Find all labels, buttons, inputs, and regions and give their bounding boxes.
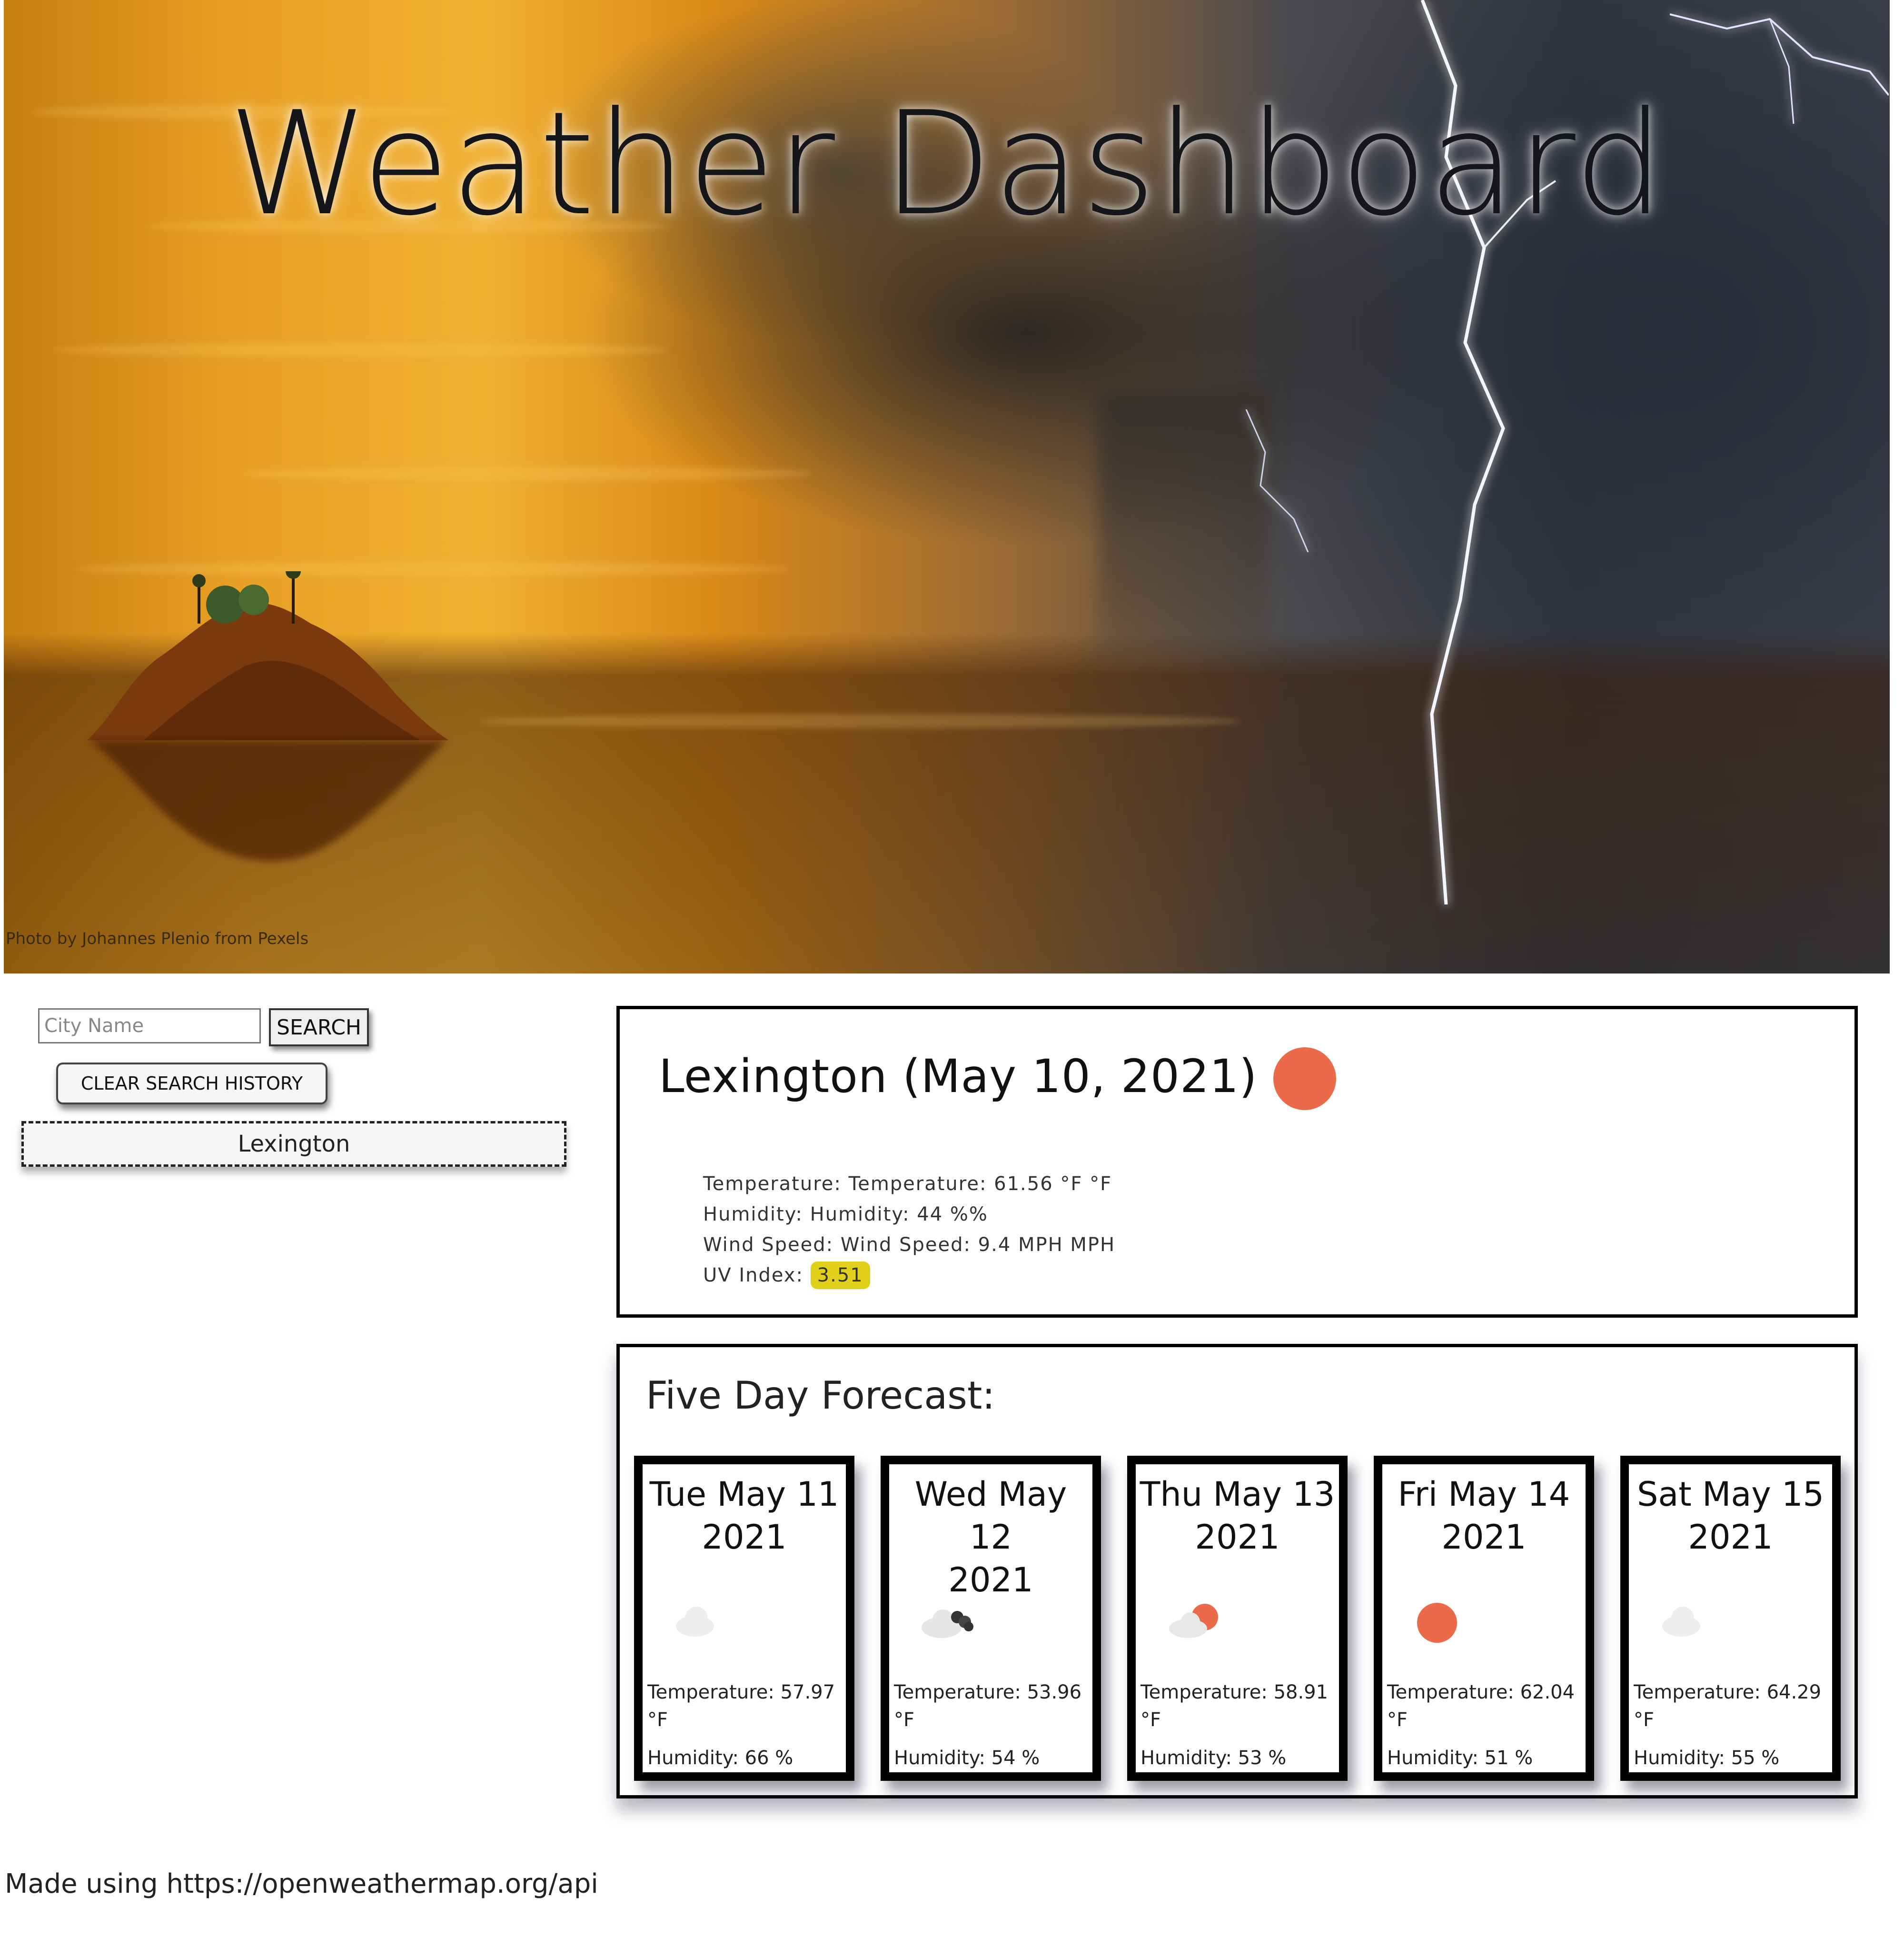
forecast-humidity: Humidity: 53 % xyxy=(1140,1747,1287,1769)
forecast-temperature: Temperature: 58.91 °F xyxy=(1140,1681,1329,1731)
island-reflection xyxy=(89,740,446,861)
lightning-small xyxy=(1245,409,1309,552)
forecast-stats: Temperature: 58.91 °F Humidity: 53 % xyxy=(1140,1679,1336,1772)
forecast-day-card: Wed May 12 2021 Temperature: 53.96 °F Hu… xyxy=(881,1456,1101,1781)
forecast-stats: Temperature: 62.04 °F Humidity: 51 % xyxy=(1387,1679,1583,1772)
current-humidity: Humidity: Humidity: 44 %% xyxy=(703,1203,988,1225)
current-wind-speed: Wind Speed: Wind Speed: 9.4 MPH MPH xyxy=(703,1234,1116,1256)
forecast-date-year: 2021 xyxy=(702,1518,787,1557)
forecast-date-year: 2021 xyxy=(1195,1518,1280,1557)
forecast-date-day: Tue May 11 xyxy=(649,1475,839,1514)
city-search-input[interactable] xyxy=(38,1008,261,1043)
cloud-rain-icon xyxy=(922,1609,973,1638)
sun-icon xyxy=(1273,1047,1336,1110)
page-title: Weather Dashboard xyxy=(228,81,1666,247)
current-stats: Temperature: Temperature: 61.56 °F °F Hu… xyxy=(703,1169,1115,1291)
forecast-humidity: Humidity: 51 % xyxy=(1387,1747,1533,1769)
island-image xyxy=(87,571,449,740)
forecast-stats: Temperature: 53.96 °F Humidity: 54 % xyxy=(894,1679,1090,1772)
current-weather-card: Lexington (May 10, 2021) Temperature: Te… xyxy=(616,1006,1858,1318)
five-day-forecast: Five Day Forecast: Tue May 11 2021 Tempe… xyxy=(616,1344,1858,1798)
forecast-day-card: Tue May 11 2021 Temperature: 57.97 °F Hu… xyxy=(634,1456,854,1781)
sun-cloud-icon xyxy=(1169,1604,1218,1638)
forecast-date-year: 2021 xyxy=(1688,1518,1773,1557)
forecast-date-day: Wed May 12 xyxy=(914,1475,1067,1557)
forecast-date-day: Thu May 13 xyxy=(1140,1475,1335,1514)
forecast-temperature: Temperature: 62.04 °F xyxy=(1387,1681,1575,1731)
current-temperature: Temperature: Temperature: 61.56 °F °F xyxy=(703,1173,1112,1195)
forecast-date: Tue May 11 2021 xyxy=(643,1473,846,1559)
cloud-icon xyxy=(1662,1607,1700,1637)
current-uv-row: UV Index: 3.51 xyxy=(703,1260,1115,1291)
forecast-date: Sat May 15 2021 xyxy=(1629,1473,1832,1559)
clear-history-button[interactable]: CLEAR SEARCH HISTORY xyxy=(56,1063,327,1104)
forecast-date-year: 2021 xyxy=(948,1560,1033,1599)
forecast-humidity: Humidity: 54 % xyxy=(894,1747,1040,1769)
forecast-temperature: Temperature: 57.97 °F xyxy=(647,1681,835,1731)
forecast-date-day: Sat May 15 xyxy=(1636,1475,1825,1514)
forecast-temperature: Temperature: 53.96 °F xyxy=(894,1681,1082,1731)
forecast-date: Thu May 13 2021 xyxy=(1136,1473,1339,1559)
cloud-streak xyxy=(242,467,813,481)
water-streak xyxy=(480,714,1241,728)
forecast-date-year: 2021 xyxy=(1441,1518,1527,1557)
forecast-date: Fri May 14 2021 xyxy=(1382,1473,1586,1559)
forecast-day-card: Fri May 14 2021 Temperature: 62.04 °F Hu… xyxy=(1374,1456,1594,1781)
forecast-day-card: Sat May 15 2021 Temperature: 64.29 °F Hu… xyxy=(1620,1456,1841,1781)
search-button[interactable]: SEARCH xyxy=(269,1008,369,1046)
uv-index-badge: 3.51 xyxy=(810,1262,870,1289)
forecast-date: Wed May 12 2021 xyxy=(889,1473,1092,1601)
forecast-stats: Temperature: 57.97 °F Humidity: 66 % xyxy=(647,1679,843,1772)
forecast-humidity: Humidity: 66 % xyxy=(647,1747,793,1769)
forecast-humidity: Humidity: 55 % xyxy=(1634,1747,1780,1769)
photo-credit: Photo by Johannes Plenio from Pexels xyxy=(6,929,309,948)
cloud-streak xyxy=(51,343,670,357)
hero-banner: Weather Dashboard Photo by Johannes Plen… xyxy=(4,0,1890,973)
current-city-date: Lexington (May 10, 2021) xyxy=(659,1050,1258,1103)
footer-attribution: Made using https://openweathermap.org/ap… xyxy=(5,1868,598,1899)
forecast-title: Five Day Forecast: xyxy=(646,1373,995,1418)
forecast-stats: Temperature: 64.29 °F Humidity: 55 % xyxy=(1634,1679,1829,1772)
forecast-temperature: Temperature: 64.29 °F xyxy=(1634,1681,1822,1731)
uv-label: UV Index: xyxy=(703,1264,803,1286)
sun-icon xyxy=(1417,1603,1457,1643)
forecast-day-card: Thu May 13 2021 Temperature: 58.91 °F Hu… xyxy=(1127,1456,1348,1781)
history-item-lexington[interactable]: Lexington xyxy=(21,1121,566,1167)
forecast-date-day: Fri May 14 xyxy=(1398,1475,1570,1514)
cloud-icon xyxy=(676,1607,714,1637)
